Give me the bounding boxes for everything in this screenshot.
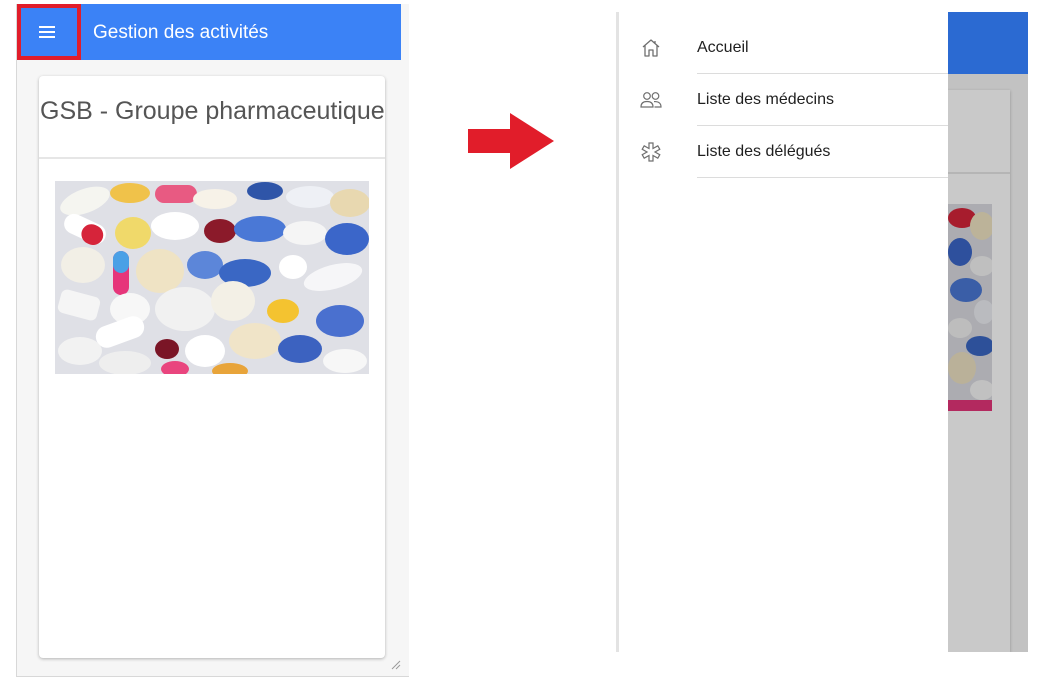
drawer-item-delegues[interactable]: Liste des délégués — [619, 126, 948, 178]
resize-grip-icon — [391, 660, 401, 670]
right-screen: Accueil Liste des médecins Liste des dél… — [616, 12, 1028, 652]
people-icon — [639, 88, 663, 112]
drawer-divider — [697, 177, 948, 178]
card-title: GSB - Groupe pharmaceutique — [40, 97, 385, 125]
menu-button[interactable] — [21, 8, 73, 56]
app-title: Gestion des activités — [93, 22, 269, 43]
hamburger-menu-icon — [39, 26, 55, 38]
drawer-item-medecins[interactable]: Liste des médecins — [619, 74, 948, 126]
navigation-drawer: Accueil Liste des médecins Liste des dél… — [616, 12, 948, 652]
drawer-item-accueil[interactable]: Accueil — [619, 22, 948, 74]
asterisk-icon — [639, 140, 663, 164]
home-icon — [639, 36, 663, 60]
drawer-item-label: Liste des délégués — [697, 143, 831, 160]
drawer-item-label: Liste des médecins — [697, 91, 834, 108]
home-card: GSB - Groupe pharmaceutique — [39, 76, 385, 658]
drawer-item-label: Accueil — [697, 39, 749, 56]
dimmed-pills-photo — [948, 204, 992, 411]
pills-photo — [55, 181, 369, 374]
transition-arrow-icon — [468, 113, 554, 169]
left-screen: Gestion des activités GSB - Groupe pharm… — [16, 4, 409, 677]
card-divider — [39, 157, 385, 159]
app-bar: Gestion des activités — [17, 4, 401, 60]
